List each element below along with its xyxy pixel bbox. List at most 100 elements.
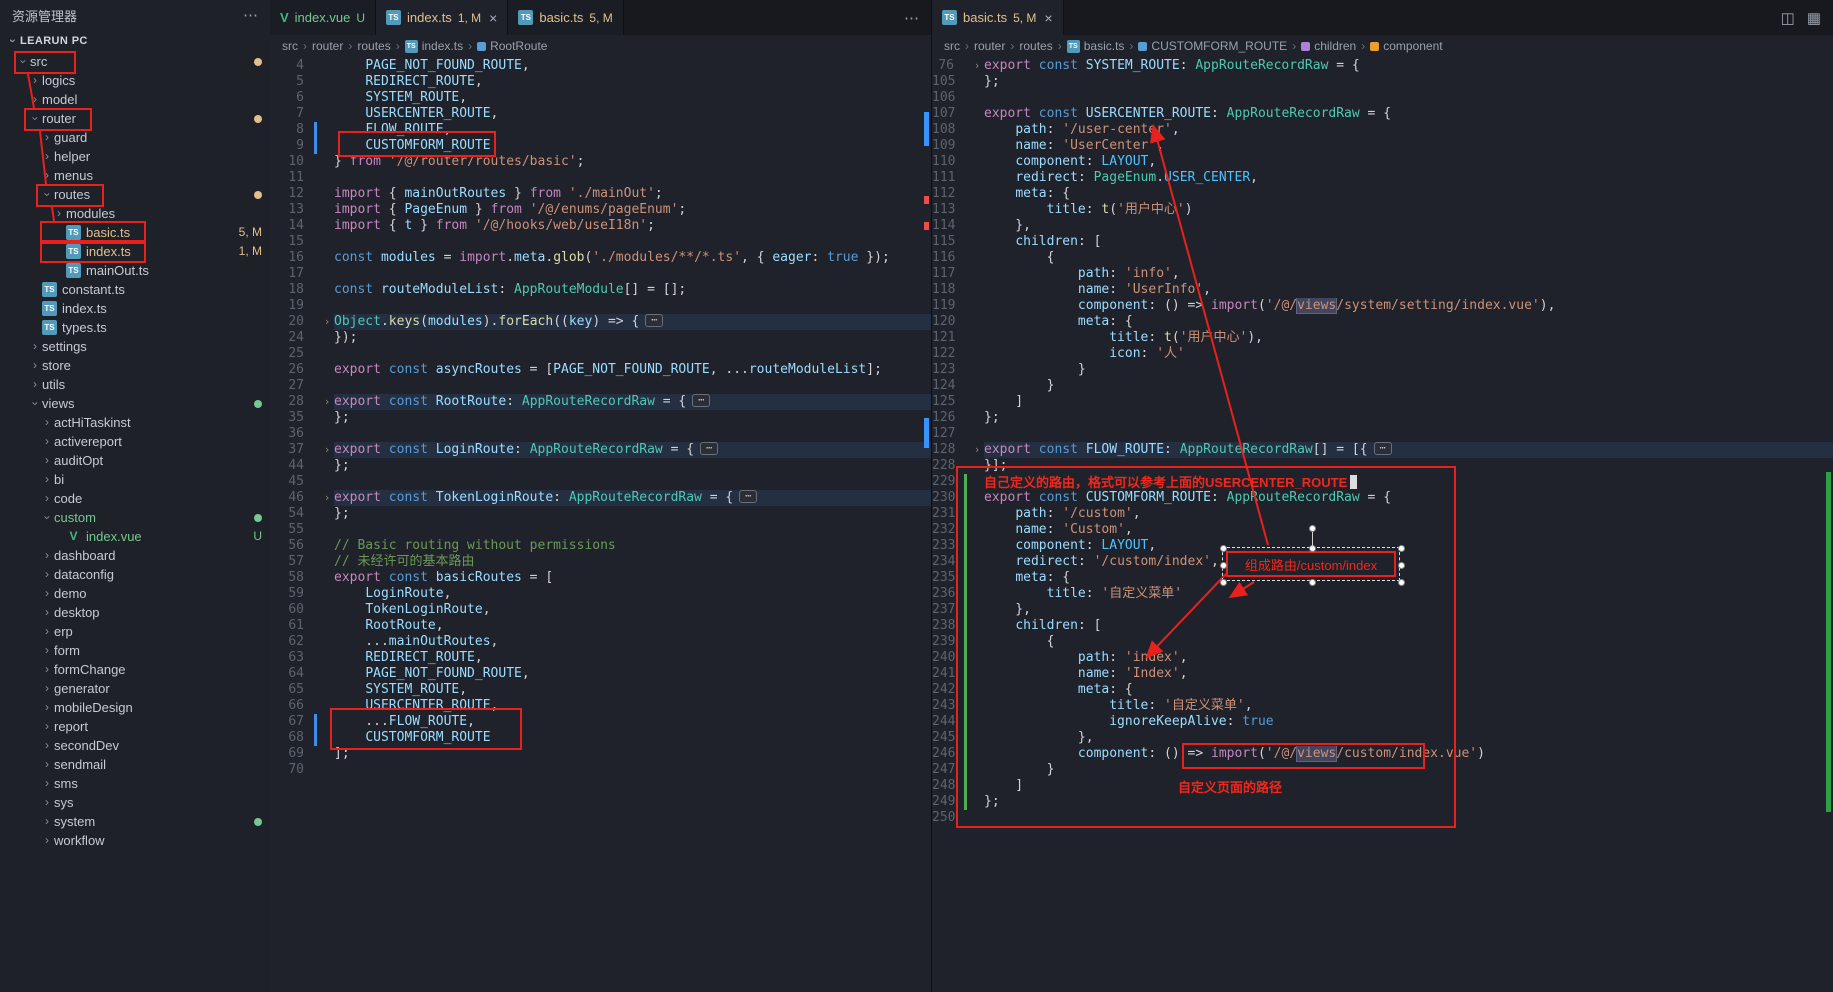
tree-item-mainOut.ts[interactable]: ›TSmainOut.ts (0, 261, 270, 280)
tree-item-views[interactable]: ›views (0, 394, 270, 413)
tab-index.vue[interactable]: Vindex.vueU (270, 0, 376, 35)
code-line[interactable]: 19 (270, 298, 931, 314)
code-line[interactable]: 236 title: '自定义菜单' (932, 586, 1833, 602)
code-line[interactable]: 241 name: 'Index', (932, 666, 1833, 682)
code-line[interactable]: 70 (270, 762, 931, 778)
tree-item-model[interactable]: ›model (0, 90, 270, 109)
tree-item-constant.ts[interactable]: ›TSconstant.ts (0, 280, 270, 299)
code-line[interactable]: 64 PAGE_NOT_FOUND_ROUTE, (270, 666, 931, 682)
more-actions-icon[interactable]: ⋯ (904, 9, 919, 27)
code-line[interactable]: 5 REDIRECT_ROUTE, (270, 74, 931, 90)
code-line[interactable]: 228}]; (932, 458, 1833, 474)
editor-layout-icon[interactable]: ▦ (1807, 9, 1821, 27)
code-line[interactable]: 250 (932, 810, 1833, 826)
breadcrumb-item-RootRoute[interactable]: RootRoute (477, 39, 547, 53)
code-line[interactable]: 109 name: 'UserCenter', (932, 138, 1833, 154)
fold-chevron-icon[interactable]: › (320, 442, 334, 458)
tree-item-dataconfig[interactable]: ›dataconfig (0, 565, 270, 584)
code-line[interactable]: 67 ...FLOW_ROUTE, (270, 714, 931, 730)
tree-item-system[interactable]: ›system (0, 812, 270, 831)
code-line[interactable]: 122 icon: '人' (932, 346, 1833, 362)
breadcrumb-item-routes[interactable]: routes (357, 39, 390, 53)
tree-item-index.ts[interactable]: ›TSindex.ts (0, 299, 270, 318)
code-line[interactable]: 11 (270, 170, 931, 186)
code-line[interactable]: 65 SYSTEM_ROUTE, (270, 682, 931, 698)
code-line[interactable]: 8 FLOW_ROUTE, (270, 122, 931, 138)
tree-item-routes[interactable]: ›routes (0, 185, 270, 204)
code-line[interactable]: 244 ignoreKeepAlive: true (932, 714, 1833, 730)
code-line[interactable]: 58export const basicRoutes = [ (270, 570, 931, 586)
code-line[interactable]: 69]; (270, 746, 931, 762)
tree-item-router[interactable]: ›router (0, 109, 270, 128)
code-line[interactable]: 229 (932, 474, 1833, 490)
code-line[interactable]: 245 }, (932, 730, 1833, 746)
fold-chevron-icon[interactable]: › (970, 442, 984, 458)
tree-item-helper[interactable]: ›helper (0, 147, 270, 166)
tree-item-formChange[interactable]: ›formChange (0, 660, 270, 679)
explorer-more-icon[interactable]: ⋯ (243, 6, 258, 24)
code-line[interactable]: 54}; (270, 506, 931, 522)
code-line[interactable]: 117 path: 'info', (932, 266, 1833, 282)
code-editor-index-ts[interactable]: 4 PAGE_NOT_FOUND_ROUTE,5 REDIRECT_ROUTE,… (270, 58, 931, 778)
code-line[interactable]: 107export const USERCENTER_ROUTE: AppRou… (932, 106, 1833, 122)
code-line[interactable]: 119 component: () => import('/@/views/sy… (932, 298, 1833, 314)
code-line[interactable]: 106 (932, 90, 1833, 106)
code-line[interactable]: 46›export const TokenLoginRoute: AppRout… (270, 490, 931, 506)
tree-item-index.ts[interactable]: ›TSindex.ts1, M (0, 242, 270, 261)
code-line[interactable]: 13import { PageEnum } from '/@/enums/pag… (270, 202, 931, 218)
code-line[interactable]: 112 meta: { (932, 186, 1833, 202)
code-line[interactable]: 233 component: LAYOUT, (932, 538, 1833, 554)
code-line[interactable]: 9 CUSTOMFORM_ROUTE (270, 138, 931, 154)
code-line[interactable]: 20›Object.keys(modules).forEach((key) =>… (270, 314, 931, 330)
tree-item-types.ts[interactable]: ›TStypes.ts (0, 318, 270, 337)
split-editor-icon[interactable]: ◫ (1781, 9, 1795, 27)
code-line[interactable]: 15 (270, 234, 931, 250)
tree-item-desktop[interactable]: ›desktop (0, 603, 270, 622)
tree-item-logics[interactable]: ›logics (0, 71, 270, 90)
tree-item-settings[interactable]: ›settings (0, 337, 270, 356)
breadcrumb-item-routes[interactable]: routes (1019, 39, 1052, 53)
code-line[interactable]: 62 ...mainOutRoutes, (270, 634, 931, 650)
code-line[interactable]: 4 PAGE_NOT_FOUND_ROUTE, (270, 58, 931, 74)
tree-item-menus[interactable]: ›menus (0, 166, 270, 185)
tree-item-generator[interactable]: ›generator (0, 679, 270, 698)
code-line[interactable]: 24}); (270, 330, 931, 346)
fold-chevron-icon[interactable]: › (320, 490, 334, 506)
code-line[interactable]: 66 USERCENTER_ROUTE, (270, 698, 931, 714)
code-line[interactable]: 105}; (932, 74, 1833, 90)
code-line[interactable]: 68 CUSTOMFORM_ROUTE (270, 730, 931, 746)
tree-item-guard[interactable]: ›guard (0, 128, 270, 147)
tree-item-workflow[interactable]: ›workflow (0, 831, 270, 850)
breadcrumb-item-router[interactable]: router (312, 39, 343, 53)
code-line[interactable]: 239 { (932, 634, 1833, 650)
code-line[interactable]: 45 (270, 474, 931, 490)
code-line[interactable]: 121 title: t('用户中心'), (932, 330, 1833, 346)
code-line[interactable]: 63 REDIRECT_ROUTE, (270, 650, 931, 666)
workspace-section[interactable]: › LEARUN PC (0, 30, 270, 52)
code-line[interactable]: 55 (270, 522, 931, 538)
code-line[interactable]: 60 TokenLoginRoute, (270, 602, 931, 618)
code-line[interactable]: 110 component: LAYOUT, (932, 154, 1833, 170)
code-line[interactable]: 12import { mainOutRoutes } from './mainO… (270, 186, 931, 202)
code-line[interactable]: 123 } (932, 362, 1833, 378)
tree-item-modules[interactable]: ›modules (0, 204, 270, 223)
code-line[interactable]: 234 redirect: '/custom/index', (932, 554, 1833, 570)
tree-item-erp[interactable]: ›erp (0, 622, 270, 641)
code-line[interactable]: 240 path: 'index', (932, 650, 1833, 666)
fold-chevron-icon[interactable]: › (970, 58, 984, 74)
fold-chevron-icon[interactable]: › (320, 394, 334, 410)
tree-item-report[interactable]: ›report (0, 717, 270, 736)
tree-item-sms[interactable]: ›sms (0, 774, 270, 793)
code-line[interactable]: 7 USERCENTER_ROUTE, (270, 106, 931, 122)
code-line[interactable]: 249}; (932, 794, 1833, 810)
breadcrumb-item-router[interactable]: router (974, 39, 1005, 53)
tree-item-code[interactable]: ›code (0, 489, 270, 508)
tree-item-basic.ts[interactable]: ›TSbasic.ts5, M (0, 223, 270, 242)
tree-item-sendmail[interactable]: ›sendmail (0, 755, 270, 774)
breadcrumb-item-CUSTOMFORM_ROUTE[interactable]: CUSTOMFORM_ROUTE (1138, 39, 1287, 53)
code-line[interactable]: 237 }, (932, 602, 1833, 618)
code-line[interactable]: 16const modules = import.meta.glob('./mo… (270, 250, 931, 266)
code-line[interactable]: 57// 未经许可的基本路由 (270, 554, 931, 570)
code-line[interactable]: 56// Basic routing without permissions (270, 538, 931, 554)
code-line[interactable]: 61 RootRoute, (270, 618, 931, 634)
